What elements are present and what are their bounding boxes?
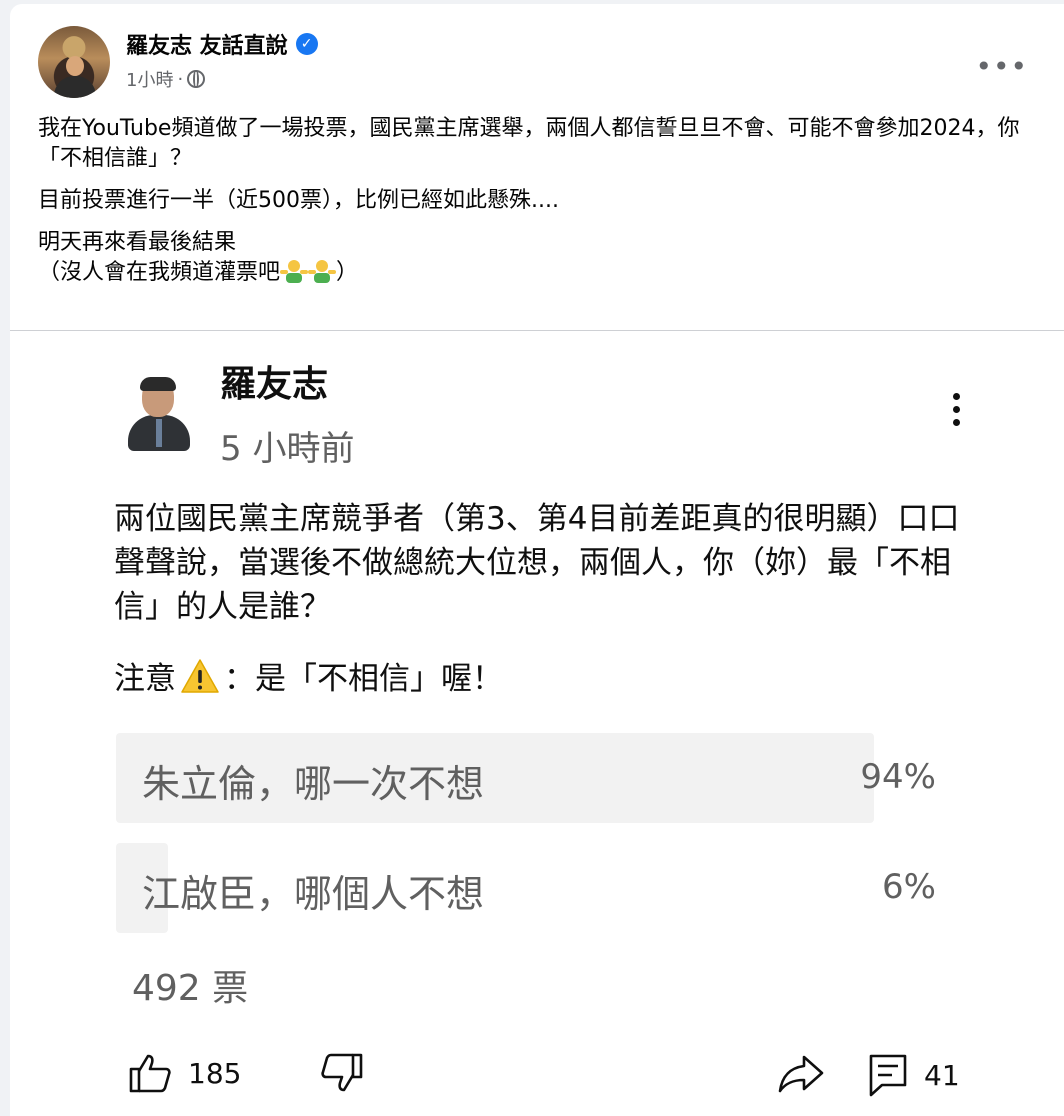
comment-icon: [869, 1054, 907, 1097]
share-icon: [778, 1055, 824, 1093]
meta-separator: ·: [177, 68, 184, 90]
post-text: 我在YouTube頻道做了一場投票，國民黨主席選舉，兩個人都信誓旦旦不會、可能不…: [38, 114, 1038, 288]
author-name-text[interactable]: 羅友志 友話直說: [126, 28, 288, 60]
warning-icon: [181, 658, 219, 693]
facebook-post-card: 羅友志 友話直說 ✓ 1小時 · ••• 我在YouTube頻道做了一場投票，國…: [10, 4, 1064, 1116]
poll-option-label: 江啟臣，哪個人不想: [142, 872, 485, 916]
post-meta: 1小時 ·: [126, 66, 206, 92]
comment-button: 41: [868, 1053, 960, 1097]
poll-option: 江啟臣，哪個人不想 6%: [116, 843, 946, 933]
thumbs-down-icon: [321, 1053, 363, 1092]
kebab-menu-icon: [948, 393, 964, 433]
yt-action-bar: 185 41: [10, 1053, 1064, 1113]
poll-option-label: 朱立倫，哪一次不想: [142, 762, 485, 806]
post-paragraph: 目前投票進行一半（近500票），比例已經如此懸殊....: [38, 188, 559, 213]
author-name[interactable]: 羅友志 友話直說 ✓: [126, 28, 318, 60]
globe-icon: [187, 70, 206, 88]
poll-option-percent: 94%: [860, 757, 936, 797]
share-button: [778, 1053, 824, 1093]
more-options-icon[interactable]: •••: [975, 53, 1028, 81]
yt-post-body: 兩位國民黨主席競爭者（第3、第4目前差距真的很明顯）口口聲聲說，當選後不做總統大…: [114, 501, 960, 625]
like-button: 185: [128, 1053, 241, 1093]
vote-count: 492 票: [132, 968, 249, 1009]
youtube-post-screenshot[interactable]: 羅友志 5 小時前 兩位國民黨主席競爭者（第3、第4目前差距真的很明顯）口口聲聲…: [10, 331, 1064, 1116]
post-paragraph: 我在YouTube頻道做了一場投票，國民黨主席選舉，兩個人都信誓旦旦不會、可能不…: [38, 116, 1020, 171]
note-suffix: ：是「不相信」喔！: [224, 661, 503, 697]
note-prefix: 注意: [114, 661, 176, 697]
person-shrugging-emoji: [308, 260, 337, 283]
poll-option: 朱立倫，哪一次不想 94%: [116, 733, 946, 823]
verified-badge-icon: ✓: [295, 33, 318, 55]
post-paragraph: 明天再來看最後結果 （沒人會在我頻道灌票吧 ）: [38, 228, 1038, 288]
comment-count: 41: [924, 1058, 960, 1092]
post-time[interactable]: 1小時: [126, 66, 173, 92]
post-line-end: ）: [336, 260, 359, 285]
dislike-button: [320, 1053, 364, 1093]
post-line: （沒人會在我頻道灌票吧: [38, 260, 281, 285]
yt-note: 注意 ：是「不相信」喔！: [114, 653, 503, 698]
channel-avatar: [128, 377, 190, 451]
post-header: 羅友志 友話直說 ✓ 1小時 · •••: [38, 26, 1064, 106]
like-count: 185: [188, 1056, 242, 1090]
post-line: 明天再來看最後結果: [38, 230, 237, 255]
yt-post-time: 5 小時前: [220, 429, 355, 469]
author-avatar[interactable]: [38, 26, 110, 98]
person-shrugging-emoji: [280, 260, 309, 283]
thumbs-up-icon: [129, 1054, 171, 1093]
channel-name: 羅友志: [220, 364, 329, 405]
poll-option-percent: 6%: [882, 867, 936, 907]
